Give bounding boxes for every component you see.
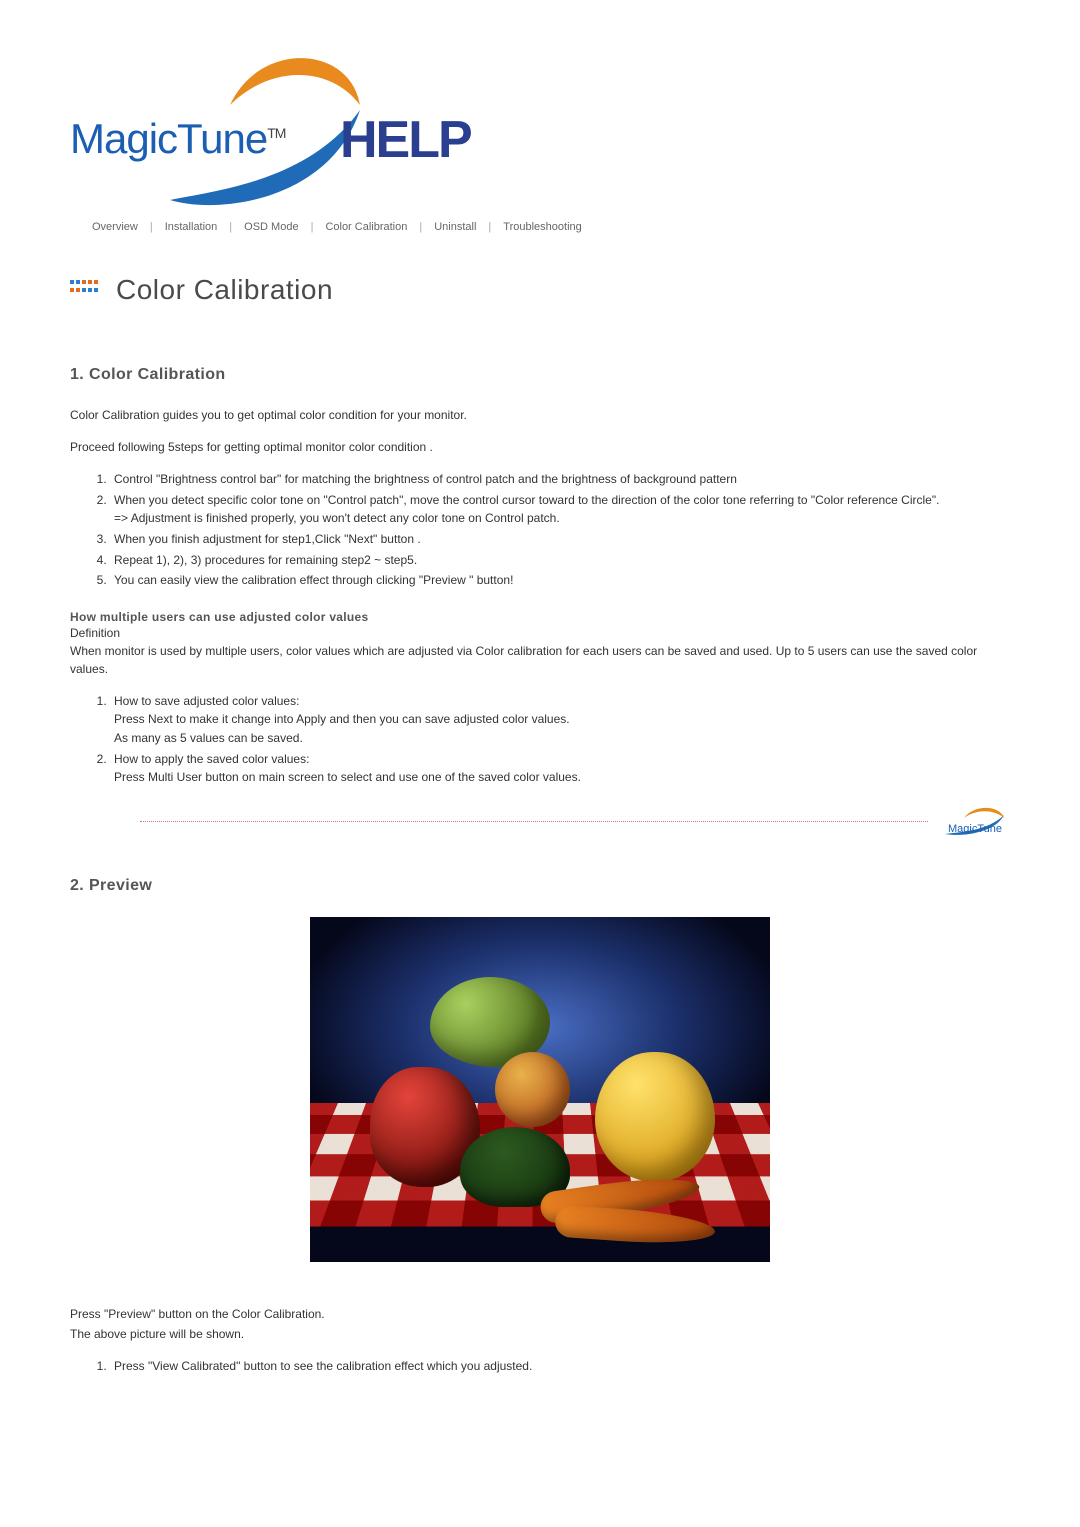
section1-step: When you detect specific color tone on "… bbox=[110, 491, 1010, 528]
nav-installation[interactable]: Installation bbox=[153, 220, 230, 234]
multi-user-step: How to apply the saved color values:Pres… bbox=[110, 750, 1010, 787]
section2-step: Press "View Calibrated" button to see th… bbox=[110, 1357, 1010, 1376]
section-divider: MagicTune bbox=[140, 807, 1010, 837]
nav-troubleshooting[interactable]: Troubleshooting bbox=[491, 220, 593, 234]
nav-osd-mode[interactable]: OSD Mode bbox=[232, 220, 310, 234]
section1-step: Repeat 1), 2), 3) procedures for remaini… bbox=[110, 551, 1010, 570]
brand-name: MagicTuneTM bbox=[70, 115, 285, 163]
section2-steps: Press "View Calibrated" button to see th… bbox=[110, 1357, 1010, 1376]
preview-caption2: The above picture will be shown. bbox=[70, 1325, 1010, 1343]
section1-intro1: Color Calibration guides you to get opti… bbox=[70, 406, 1010, 424]
definition-label: Definition bbox=[70, 624, 1010, 642]
page-title: Color Calibration bbox=[116, 274, 333, 306]
multi-user-body: When monitor is used by multiple users, … bbox=[70, 642, 1010, 678]
section1-step: You can easily view the calibration effe… bbox=[110, 571, 1010, 590]
nav-color-calibration[interactable]: Color Calibration bbox=[313, 220, 419, 234]
nav-uninstall[interactable]: Uninstall bbox=[422, 220, 488, 234]
page-title-row: Color Calibration bbox=[70, 274, 1010, 306]
section1-step: When you finish adjustment for step1,Cli… bbox=[110, 530, 1010, 549]
nav-overview[interactable]: Overview bbox=[80, 220, 150, 234]
mini-logo-text: MagicTune bbox=[948, 823, 1002, 835]
mini-logo: MagicTune bbox=[940, 807, 1010, 837]
dotted-line-icon bbox=[140, 821, 928, 822]
multi-user-step: How to save adjusted color values:Press … bbox=[110, 692, 1010, 748]
section1-intro2: Proceed following 5steps for getting opt… bbox=[70, 438, 1010, 456]
section1-step: Control "Brightness control bar" for mat… bbox=[110, 470, 1010, 489]
help-label: HELP bbox=[340, 110, 471, 170]
section2-title: 2. Preview bbox=[70, 877, 1010, 895]
section1-title: 1. Color Calibration bbox=[70, 366, 1010, 384]
preview-caption1: Press "Preview" button on the Color Cali… bbox=[70, 1305, 1010, 1323]
multi-user-steps: How to save adjusted color values:Press … bbox=[110, 692, 1010, 787]
preview-image bbox=[310, 917, 770, 1262]
header-logo: MagicTuneTM HELP bbox=[70, 50, 1010, 210]
top-nav: Overview | Installation | OSD Mode | Col… bbox=[80, 220, 1010, 234]
title-dots-icon bbox=[70, 280, 104, 300]
section1-steps: Control "Brightness control bar" for mat… bbox=[110, 470, 1010, 590]
multi-user-heading: How multiple users can use adjusted colo… bbox=[70, 610, 1010, 624]
